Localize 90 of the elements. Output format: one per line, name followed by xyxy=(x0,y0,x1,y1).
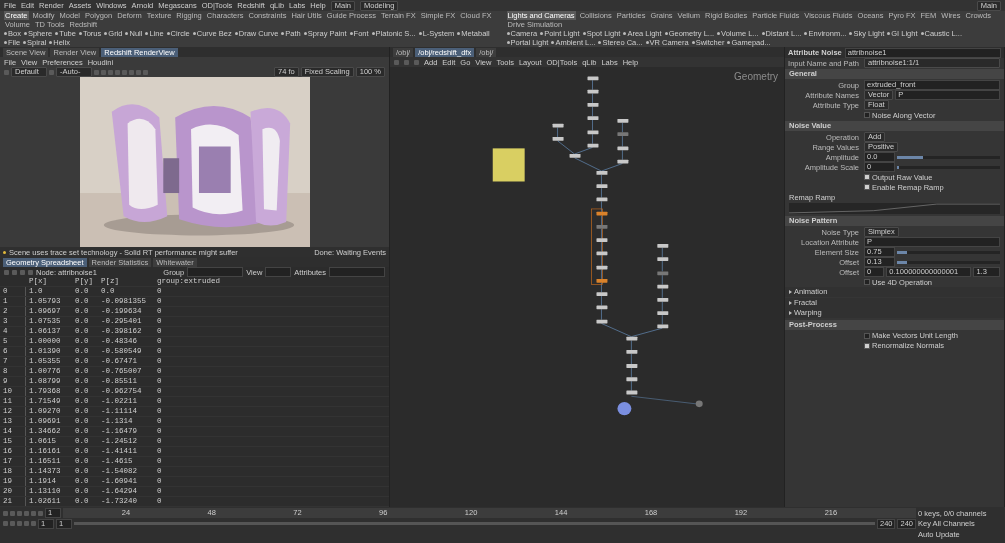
graph-node[interactable] xyxy=(596,319,608,324)
graph-node[interactable] xyxy=(596,305,608,310)
checkbox[interactable] xyxy=(864,184,870,190)
graph-node[interactable] xyxy=(587,102,599,107)
connector-line xyxy=(622,122,623,133)
graph-node[interactable] xyxy=(569,154,581,158)
network-box[interactable] xyxy=(591,208,603,285)
connector-line xyxy=(622,149,623,161)
graph-node[interactable] xyxy=(596,292,608,296)
connector-line xyxy=(557,127,558,138)
connector-line xyxy=(592,93,593,104)
graph-node[interactable] xyxy=(617,146,629,151)
graph-node[interactable] xyxy=(587,76,599,81)
checkbox[interactable] xyxy=(864,112,870,118)
connector-line xyxy=(601,282,602,293)
graph-node[interactable] xyxy=(596,211,608,216)
graph-node[interactable] xyxy=(657,311,669,315)
graph-node[interactable] xyxy=(596,184,608,189)
slider-handle[interactable] xyxy=(897,155,923,159)
graph-node[interactable] xyxy=(587,143,599,148)
graph-node[interactable] xyxy=(587,89,599,94)
connector-line xyxy=(592,119,593,131)
graph-node[interactable] xyxy=(552,123,564,128)
connector-line xyxy=(631,353,632,365)
graph-node[interactable] xyxy=(657,243,669,248)
graph-node[interactable] xyxy=(695,400,703,408)
connector-line xyxy=(622,135,623,147)
connector-line xyxy=(631,340,632,351)
warning-icon xyxy=(3,250,6,254)
context-label: Geometry xyxy=(734,71,778,83)
graph-node[interactable] xyxy=(596,251,608,256)
graph-node[interactable] xyxy=(552,137,564,141)
graph-node[interactable] xyxy=(626,336,638,341)
graph-node[interactable] xyxy=(596,225,608,229)
graph-node[interactable] xyxy=(617,132,629,137)
connector-line xyxy=(601,254,602,267)
slider-handle[interactable] xyxy=(897,260,908,264)
graph-node[interactable] xyxy=(657,284,669,289)
connector-line xyxy=(661,301,663,312)
connector-line xyxy=(592,106,593,117)
graph-node[interactable] xyxy=(617,401,632,416)
connector-line xyxy=(601,174,602,185)
graph-node[interactable] xyxy=(596,265,608,270)
graph-node[interactable] xyxy=(626,377,638,382)
connector-line xyxy=(661,260,663,272)
connector-line xyxy=(631,367,632,378)
graph-node[interactable] xyxy=(596,171,608,175)
graph-node[interactable] xyxy=(626,349,638,354)
connector-line xyxy=(601,323,632,338)
graph-node[interactable] xyxy=(657,324,669,329)
attributes-field[interactable] xyxy=(329,267,385,277)
connector-line xyxy=(601,215,602,226)
graph-node[interactable] xyxy=(657,257,669,261)
sticky-note[interactable] xyxy=(492,148,525,182)
checkbox[interactable] xyxy=(864,279,870,285)
connector-line xyxy=(661,314,663,325)
connector-line xyxy=(601,269,602,280)
connector-line xyxy=(631,327,663,338)
checkbox[interactable] xyxy=(864,332,870,339)
connector-line xyxy=(631,396,697,405)
graph-node[interactable] xyxy=(626,390,638,395)
graph-node[interactable] xyxy=(657,297,669,302)
graph-node[interactable] xyxy=(596,278,608,283)
connector-line xyxy=(601,187,602,198)
connector-line xyxy=(592,133,593,145)
connector-line xyxy=(661,288,663,299)
graph-node[interactable] xyxy=(587,116,599,120)
graph-node[interactable] xyxy=(657,271,669,276)
connector-line xyxy=(592,79,593,91)
connector-line xyxy=(601,201,602,213)
connector-line xyxy=(631,380,632,391)
connector-line xyxy=(601,295,602,306)
graph-node[interactable] xyxy=(617,159,629,164)
connector-line xyxy=(601,228,602,239)
graph-node[interactable] xyxy=(596,197,608,202)
graph-node[interactable] xyxy=(626,364,638,368)
connector-line xyxy=(661,274,663,285)
graph-node[interactable] xyxy=(587,130,599,135)
slider-handle[interactable] xyxy=(897,250,908,254)
checkbox[interactable] xyxy=(864,342,870,349)
group-field[interactable] xyxy=(187,267,244,277)
connector-line xyxy=(661,247,663,258)
connector-line xyxy=(601,308,602,321)
ramp-graph[interactable] xyxy=(789,203,1000,214)
slider-handle[interactable] xyxy=(897,165,899,169)
graph-node[interactable] xyxy=(596,238,608,243)
checkbox[interactable] xyxy=(864,174,870,180)
graph-node[interactable] xyxy=(617,119,629,123)
connector-line xyxy=(601,241,602,252)
view-field[interactable] xyxy=(265,267,292,277)
